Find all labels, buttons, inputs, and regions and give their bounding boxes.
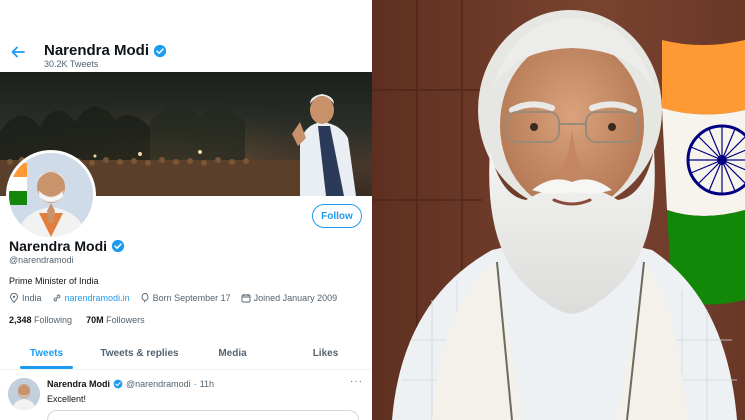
header-name: Narendra Modi — [44, 42, 150, 59]
link-icon — [53, 294, 60, 302]
tab-likes[interactable]: Likes — [279, 338, 372, 369]
tweet-header: Narendra Modi @narendramodi · 11h — [47, 379, 214, 389]
following-label: Following — [34, 315, 73, 325]
born-text: Born September 17 — [152, 293, 231, 303]
tab-media[interactable]: Media — [186, 338, 279, 369]
tweet-author-name[interactable]: Narendra Modi — [47, 379, 110, 389]
verified-badge-icon — [153, 44, 167, 57]
verified-badge-icon — [111, 239, 125, 253]
profile-name: Narendra Modi — [9, 238, 108, 254]
follow-button[interactable]: Follow — [312, 204, 362, 228]
followers-stat[interactable]: 70M Followers — [86, 315, 145, 325]
profile-tabs: Tweets Tweets & replies Media Likes — [0, 338, 372, 370]
website-link[interactable]: narendramodi.in — [65, 293, 130, 303]
meta-location: India — [9, 293, 42, 303]
tweet-more-icon[interactable]: ··· — [350, 376, 363, 387]
followers-label: Followers — [106, 315, 145, 325]
tweet-time[interactable]: 11h — [200, 379, 214, 389]
balloon-icon — [141, 293, 149, 303]
tweet-avatar[interactable] — [8, 378, 40, 410]
back-arrow-icon[interactable] — [10, 44, 26, 60]
tab-tweets-and-replies[interactable]: Tweets & replies — [93, 338, 186, 369]
header-tweet-count: 30.2K Tweets — [44, 59, 99, 69]
follow-counts-row: 2,348 Following 70M Followers — [9, 315, 145, 325]
profile-meta-row: India narendramodi.in Born September 17 … — [9, 293, 337, 303]
profile-avatar[interactable] — [6, 150, 96, 240]
followers-count: 70M — [86, 315, 104, 325]
tweet-item[interactable]: Narendra Modi @narendramodi · 11h Excell… — [0, 372, 372, 420]
tweet-separator: · — [193, 379, 197, 389]
calendar-icon — [241, 294, 251, 303]
meta-joined: Joined January 2009 — [241, 293, 338, 303]
location-text: India — [22, 293, 42, 303]
portrait-photo — [372, 0, 745, 420]
profile-name-row: Narendra Modi — [9, 238, 125, 254]
tab-tweets[interactable]: Tweets — [0, 338, 93, 369]
twitter-profile-screenshot: Narendra Modi 30.2K Tweets Follow Narend… — [0, 0, 372, 420]
verified-badge-icon — [113, 379, 123, 389]
indian-flag — [662, 40, 745, 305]
profile-bio: Prime Minister of India — [9, 276, 99, 286]
joined-text: Joined January 2009 — [253, 293, 338, 303]
header-name-row: Narendra Modi — [44, 42, 167, 59]
tweet-text: Excellent! — [47, 394, 87, 404]
following-stat[interactable]: 2,348 Following — [9, 315, 72, 325]
following-count: 2,348 — [9, 315, 32, 325]
tweet-author-handle: @narendramodi — [126, 379, 191, 389]
tweet-media-card[interactable] — [47, 410, 359, 420]
location-pin-icon — [10, 293, 18, 303]
profile-handle: @narendramodi — [9, 255, 74, 265]
profile-top-bar: Narendra Modi 30.2K Tweets — [0, 0, 372, 72]
meta-website[interactable]: narendramodi.in — [52, 293, 130, 303]
meta-born: Born September 17 — [140, 293, 231, 303]
